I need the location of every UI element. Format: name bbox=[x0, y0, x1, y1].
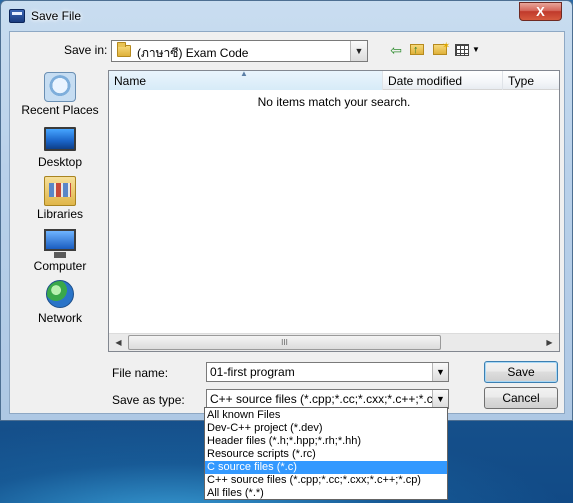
back-button[interactable]: ⇦ bbox=[386, 41, 406, 59]
column-header-type[interactable]: Type bbox=[503, 71, 559, 90]
place-label: Computer bbox=[33, 259, 87, 273]
file-name-label: File name: bbox=[112, 366, 169, 380]
place-label: Network bbox=[37, 311, 82, 325]
column-header-label: Type bbox=[508, 74, 535, 88]
dropdown-option[interactable]: C++ source files (*.cpp;*.cc;*.cxx;*.c++… bbox=[205, 474, 447, 487]
recent-places-icon bbox=[44, 72, 76, 102]
folder-icon bbox=[117, 42, 131, 57]
dropdown-option[interactable]: Resource scripts (*.rc) bbox=[205, 448, 447, 461]
place-label: Recent Places bbox=[21, 103, 99, 117]
place-label: Libraries bbox=[36, 207, 84, 221]
place-computer[interactable]: Computer bbox=[12, 226, 108, 276]
save-in-combo[interactable]: (ภาษาซี) Exam Code ▼ bbox=[111, 40, 368, 62]
scroll-left-icon[interactable]: ◀ bbox=[110, 335, 127, 351]
dropdown-option[interactable]: All known Files bbox=[205, 409, 447, 422]
place-network[interactable]: Network bbox=[12, 278, 108, 328]
new-folder-icon bbox=[433, 38, 450, 56]
title-bar[interactable]: Save File X bbox=[1, 1, 572, 31]
chevron-down-icon[interactable]: ▼ bbox=[432, 390, 448, 408]
chevron-down-icon[interactable]: ▼ bbox=[350, 41, 367, 61]
save-as-type-select[interactable]: C++ source files (*.cpp;*.cc;*.cxx;*.c++… bbox=[206, 389, 449, 409]
folder-up-icon bbox=[410, 41, 424, 59]
views-menu-icon bbox=[455, 44, 469, 56]
place-recent-places[interactable]: Recent Places bbox=[12, 70, 108, 120]
window-title: Save File bbox=[31, 9, 82, 23]
places-bar: Recent Places Desktop Libraries Computer… bbox=[12, 70, 108, 344]
column-header-label: Name bbox=[114, 74, 147, 88]
dialog-client-area: Save in: (ภาษาซี) Exam Code ▼ ⇦ ▼ Recent… bbox=[9, 31, 565, 414]
scroll-right-icon[interactable]: ▶ bbox=[541, 335, 558, 351]
place-label: Desktop bbox=[37, 155, 83, 169]
dropdown-option[interactable]: All files (*.*) bbox=[205, 487, 447, 500]
network-icon bbox=[46, 280, 74, 308]
save-file-dialog: Save File X Save in: (ภาษาซี) Exam Code … bbox=[0, 0, 573, 421]
save-in-label: Save in: bbox=[64, 43, 108, 57]
save-button[interactable]: Save bbox=[484, 361, 558, 383]
new-folder-button[interactable] bbox=[431, 38, 451, 59]
column-header-date-modified[interactable]: Date modified bbox=[383, 71, 503, 90]
cancel-button[interactable]: Cancel bbox=[484, 387, 558, 409]
column-header-name[interactable]: ▲ Name bbox=[109, 69, 383, 90]
place-libraries[interactable]: Libraries bbox=[12, 174, 108, 224]
save-in-value: (ภาษาซี) Exam Code bbox=[137, 46, 249, 60]
libraries-icon bbox=[44, 176, 76, 206]
horizontal-scrollbar[interactable]: ◀ III ▶ bbox=[109, 333, 559, 351]
dev-cpp-app-icon bbox=[9, 9, 25, 23]
chevron-down-icon: ▼ bbox=[472, 45, 480, 54]
file-list-view[interactable]: ▲ Name Date modified Type No items match… bbox=[108, 69, 560, 352]
chevron-down-icon[interactable]: ▼ bbox=[432, 363, 448, 381]
empty-list-message: No items match your search. bbox=[257, 95, 411, 109]
sort-ascending-icon: ▲ bbox=[240, 69, 248, 78]
close-button[interactable]: X bbox=[519, 2, 562, 21]
views-menu-button[interactable]: ▼ bbox=[454, 41, 482, 59]
place-desktop[interactable]: Desktop bbox=[12, 122, 108, 172]
dropdown-option-highlighted[interactable]: C source files (*.c) bbox=[205, 461, 447, 474]
column-header-row: ▲ Name Date modified Type bbox=[109, 69, 559, 90]
computer-icon bbox=[44, 229, 76, 258]
scrollbar-thumb[interactable]: III bbox=[128, 335, 441, 350]
dropdown-option[interactable]: Dev-C++ project (*.dev) bbox=[205, 422, 447, 435]
dropdown-option[interactable]: Header files (*.h;*.hpp;*.rh;*.hh) bbox=[205, 435, 447, 448]
column-header-label: Date modified bbox=[388, 74, 463, 88]
file-name-input[interactable] bbox=[206, 362, 449, 382]
up-one-level-button[interactable] bbox=[408, 41, 428, 59]
desktop-icon bbox=[44, 127, 76, 151]
save-as-type-dropdown-list[interactable]: All known Files Dev-C++ project (*.dev) … bbox=[204, 407, 448, 500]
save-as-type-label: Save as type: bbox=[112, 393, 185, 407]
